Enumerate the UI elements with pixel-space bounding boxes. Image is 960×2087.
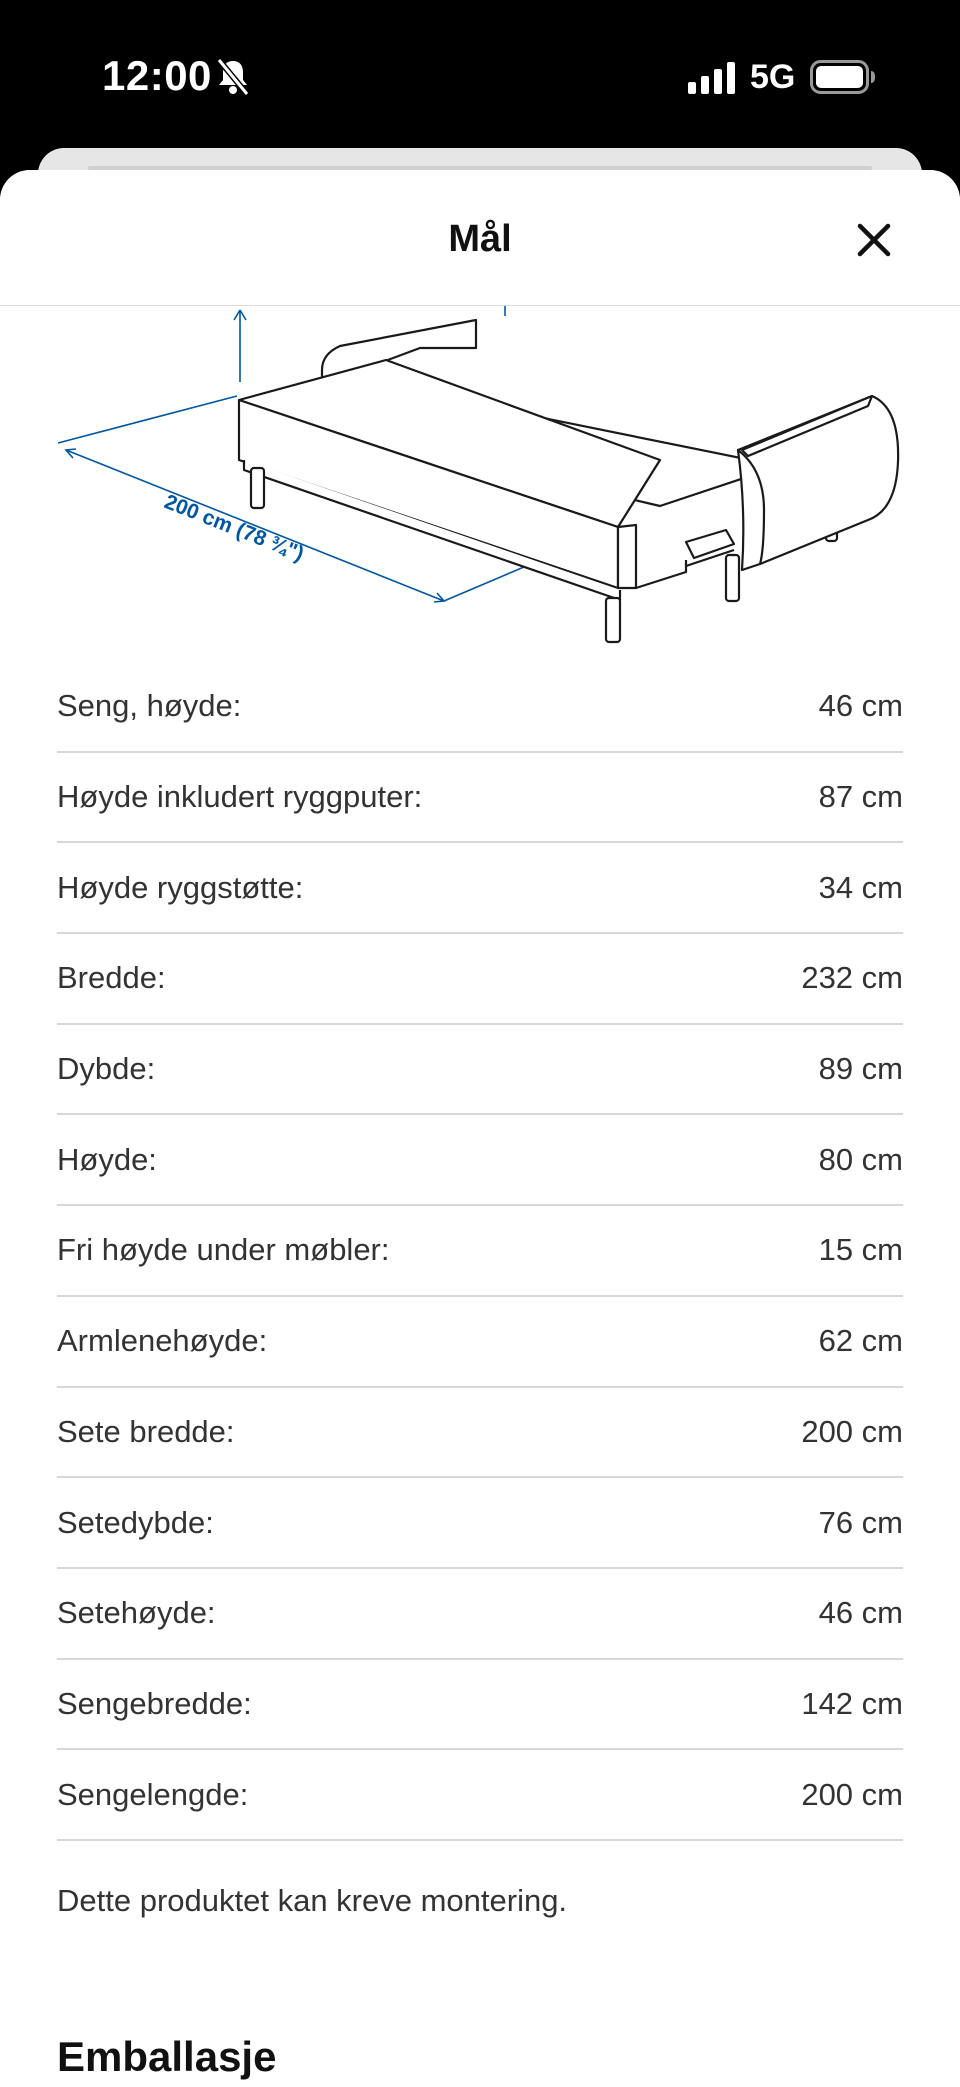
dimension-value: 62 cm: [818, 1323, 903, 1359]
dimension-label: Sete bredde:: [57, 1413, 235, 1449]
dimension-row: Høyde inkludert ryggputer: 87 cm: [57, 753, 903, 844]
dimension-label: Høyde:: [57, 1141, 157, 1177]
network-label: 5G: [750, 58, 796, 96]
dimension-label: Fri høyde under møbler:: [57, 1232, 390, 1268]
dimension-row: Bredde: 232 cm: [57, 934, 903, 1025]
dimension-label: Armlenehøyde:: [57, 1323, 268, 1359]
sofa-bed-drawing: [237, 318, 900, 644]
dimension-label: Sengebredde:: [57, 1685, 252, 1721]
dimension-value: 80 cm: [818, 1141, 903, 1177]
dimension-label: Dybde:: [57, 1051, 156, 1087]
dimensions-sheet: Mål 200 cm (78 ¾") Seng, høyde: 46 cm Hø…: [0, 170, 960, 2087]
sheet-title: Mål: [448, 218, 512, 260]
dimension-value: 76 cm: [818, 1504, 903, 1540]
sofa-bed-illustration: 200 cm (78 ¾"): [57, 306, 900, 644]
dimension-label: Sengelengde:: [57, 1776, 249, 1812]
close-icon: [857, 223, 891, 257]
dimension-label: Høyde inkludert ryggputer:: [57, 779, 423, 815]
dimension-row: Setehøyde: 46 cm: [57, 1569, 903, 1660]
dimension-label: Bredde:: [57, 960, 166, 996]
sheet-header: Mål: [0, 170, 960, 306]
dimension-row: Seng, høyde: 46 cm: [57, 662, 903, 753]
battery-icon: [810, 60, 875, 94]
dimension-value: 34 cm: [818, 869, 903, 905]
dimension-value: 200 cm: [801, 1413, 903, 1449]
dimension-value: 87 cm: [818, 779, 903, 815]
dimension-row: Sengelengde: 200 cm: [57, 1750, 903, 1841]
dimension-label: Setedybde:: [57, 1504, 214, 1540]
dimension-row: Setedybde: 76 cm: [57, 1478, 903, 1569]
signal-icon: [688, 62, 735, 94]
dimension-row: Fri høyde under møbler: 15 cm: [57, 1206, 903, 1297]
dimension-value: 200 cm: [801, 1776, 903, 1812]
assembly-note: Dette produktet kan kreve montering.: [57, 1883, 568, 1918]
dimension-row: Høyde: 80 cm: [57, 1115, 903, 1207]
dimension-label: Setehøyde:: [57, 1595, 216, 1631]
dimension-value: 232 cm: [801, 960, 903, 996]
status-bar: 12:00 5G: [0, 0, 960, 150]
dimension-value: 142 cm: [801, 1685, 903, 1721]
dimension-label: Seng, høyde:: [57, 688, 242, 724]
packaging-section-title[interactable]: Emballasje: [57, 2033, 276, 2081]
dimension-row: Sete bredde: 200 cm: [57, 1388, 903, 1479]
status-time: 12:00: [102, 52, 212, 99]
width-dimension-label: 200 cm (78 ¾"): [161, 490, 307, 566]
dimension-value: 46 cm: [818, 1595, 903, 1631]
dimension-row: Dybde: 89 cm: [57, 1025, 903, 1116]
dimension-value: 89 cm: [818, 1051, 903, 1087]
close-button[interactable]: [850, 216, 898, 264]
dimension-value: 46 cm: [818, 688, 903, 724]
dimension-row: Armlenehøyde: 62 cm: [57, 1297, 903, 1388]
dimensions-list: Seng, høyde: 46 cm Høyde inkludert ryggput…: [57, 662, 903, 1841]
bell-slash-icon: [216, 58, 250, 96]
dimension-label: Høyde ryggstøtte:: [57, 869, 304, 905]
dimension-value: 15 cm: [818, 1232, 903, 1268]
dimension-row: Sengebredde: 142 cm: [57, 1660, 903, 1751]
dimension-row: Høyde ryggstøtte: 34 cm: [57, 843, 903, 935]
